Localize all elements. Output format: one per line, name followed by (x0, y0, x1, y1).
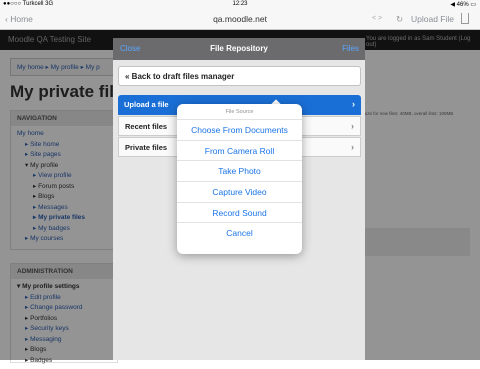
chevron-right-icon: › (352, 99, 355, 109)
take-photo-option[interactable]: Take Photo (177, 161, 302, 183)
popover-title: File Source (177, 104, 302, 120)
files-button[interactable]: Files (342, 44, 359, 53)
reload-icon[interactable]: ↻ (396, 14, 403, 25)
choose-from-documents-option[interactable]: Choose From Documents (177, 120, 302, 141)
dialog-title: File Repository (210, 44, 268, 53)
upload-file-button[interactable]: Upload File (411, 14, 454, 24)
share-icon[interactable] (461, 13, 469, 24)
browser-nav-bar: ‹ Home qa.moodle.net < > ↻ Upload File (0, 10, 480, 30)
chevron-right-icon: › (351, 142, 354, 152)
section-label: Recent files (125, 122, 168, 131)
back-to-files-manager-button[interactable]: « Back to draft files manager (118, 66, 361, 86)
clock: 12:23 (232, 1, 248, 7)
section-label: Upload a file (124, 100, 169, 109)
cancel-option[interactable]: Cancel (177, 223, 302, 244)
url-label[interactable]: qa.moodle.net (0, 14, 480, 24)
from-camera-roll-option[interactable]: From Camera Roll (177, 141, 302, 162)
page-arrows[interactable]: < > (372, 15, 382, 22)
battery-indicator: ◀ 46% ▭ (450, 2, 476, 8)
dialog-header: Close File Repository Files (113, 38, 365, 60)
capture-video-option[interactable]: Capture Video (177, 182, 302, 203)
record-sound-option[interactable]: Record Sound (177, 203, 302, 224)
file-source-popover: File Source Choose From Documents From C… (177, 104, 302, 254)
chevron-right-icon: › (351, 121, 354, 131)
section-label: Private files (125, 143, 168, 152)
status-bar: ●●○○○ Turkcell 3G 12:23 ◀ 46% ▭ (0, 0, 480, 10)
